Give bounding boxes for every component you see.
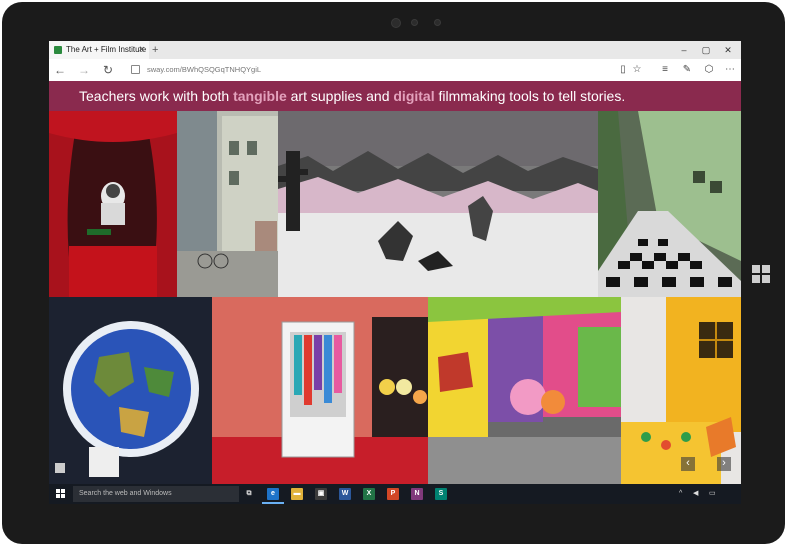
onenote-icon[interactable]: N [411, 488, 423, 500]
earth-collage-image [49, 297, 212, 484]
paper-street-photo[interactable] [177, 111, 278, 297]
windows-taskbar: Search the web and Windows ⧉ e ▬ ▣ W X P… [49, 484, 741, 504]
taskbar-search-box[interactable]: Search the web and Windows [73, 486, 239, 502]
next-slide-button[interactable]: › [717, 457, 731, 471]
tab-close-icon[interactable]: ✕ [138, 41, 145, 59]
colorful-street-photo[interactable] [428, 297, 621, 484]
word-icon[interactable]: W [339, 488, 351, 500]
yellow-house-photo[interactable]: ‹ › [621, 297, 741, 484]
previous-slide-button[interactable]: ‹ [681, 457, 695, 471]
front-camera [391, 18, 401, 28]
lock-icon [131, 65, 140, 74]
sway-banner: Teachers work with both tangible art sup… [49, 81, 741, 111]
web-note-icon[interactable]: ✎ [679, 59, 695, 81]
checkered-hallway-photo[interactable] [598, 111, 741, 297]
start-button-icon[interactable] [56, 489, 66, 499]
notification-icon[interactable]: ▭ [709, 484, 716, 504]
paper-street-image [177, 111, 278, 297]
banner-middle: art supplies and [286, 88, 394, 104]
browser-titlebar: The Art + Film Institute ✕ + – ▢ ✕ [49, 41, 741, 59]
task-view-icon[interactable]: ⧉ [243, 488, 255, 500]
windows-button-icon[interactable] [752, 265, 770, 283]
yellow-house-image [621, 297, 741, 484]
url-field[interactable]: sway.com/BWhQSQGqTNHQYgiL [147, 65, 261, 74]
forward-button[interactable]: → [76, 59, 92, 81]
maximize-button[interactable]: ▢ [695, 41, 717, 59]
site-favicon-icon [54, 46, 62, 54]
address-bar: ← → ↻ sway.com/BWhQSQGqTNHQYgiL ▯ ☆ ≡ ✎ … [49, 59, 741, 82]
back-button[interactable]: ← [52, 59, 68, 81]
desert-diorama-image [278, 111, 598, 297]
minimize-button[interactable]: – [673, 41, 695, 59]
tab-title: The Art + Film Institute [66, 45, 147, 54]
excel-icon[interactable]: X [363, 488, 375, 500]
browser-tab[interactable]: The Art + Film Institute ✕ [49, 41, 149, 59]
sway-icon[interactable]: S [435, 488, 447, 500]
banner-text: Teachers work with both tangible art sup… [79, 81, 625, 111]
desert-diorama-photo[interactable] [278, 111, 598, 297]
banner-highlight-tangible: tangible [233, 88, 287, 104]
active-app-indicator [262, 502, 284, 504]
store-icon[interactable]: ▣ [315, 488, 327, 500]
more-icon[interactable]: ⋯ [722, 59, 738, 81]
refresh-button[interactable]: ↻ [100, 59, 116, 81]
powerpoint-icon[interactable]: P [387, 488, 399, 500]
volume-icon[interactable]: ◀ [693, 484, 698, 504]
colorful-street-image [428, 297, 621, 484]
file-explorer-icon[interactable]: ▬ [291, 488, 303, 500]
banner-highlight-digital: digital [393, 88, 435, 104]
favorite-star-icon[interactable]: ☆ [629, 59, 645, 81]
wardrobe-diorama-photo[interactable] [212, 297, 428, 484]
new-tab-button[interactable]: + [152, 41, 158, 59]
camera-sensor-2 [434, 19, 441, 26]
earth-collage-photo[interactable] [49, 297, 212, 484]
share-icon[interactable]: ⬡ [701, 59, 717, 81]
tray-overflow-icon[interactable]: ^ [679, 484, 682, 504]
screen: The Art + Film Institute ✕ + – ▢ ✕ ← → ↻… [49, 41, 741, 504]
puppet-theater-image [49, 111, 177, 297]
wardrobe-diorama-image [212, 297, 428, 484]
close-window-button[interactable]: ✕ [717, 41, 739, 59]
puppet-theater-photo[interactable] [49, 111, 177, 297]
checkered-hallway-image [598, 111, 741, 297]
banner-prefix: Teachers work with both [79, 88, 234, 104]
edge-icon[interactable]: e [267, 488, 279, 500]
camera-sensor [411, 19, 418, 26]
banner-suffix: filmmaking tools to tell stories. [434, 88, 626, 104]
hub-icon[interactable]: ≡ [657, 59, 673, 81]
